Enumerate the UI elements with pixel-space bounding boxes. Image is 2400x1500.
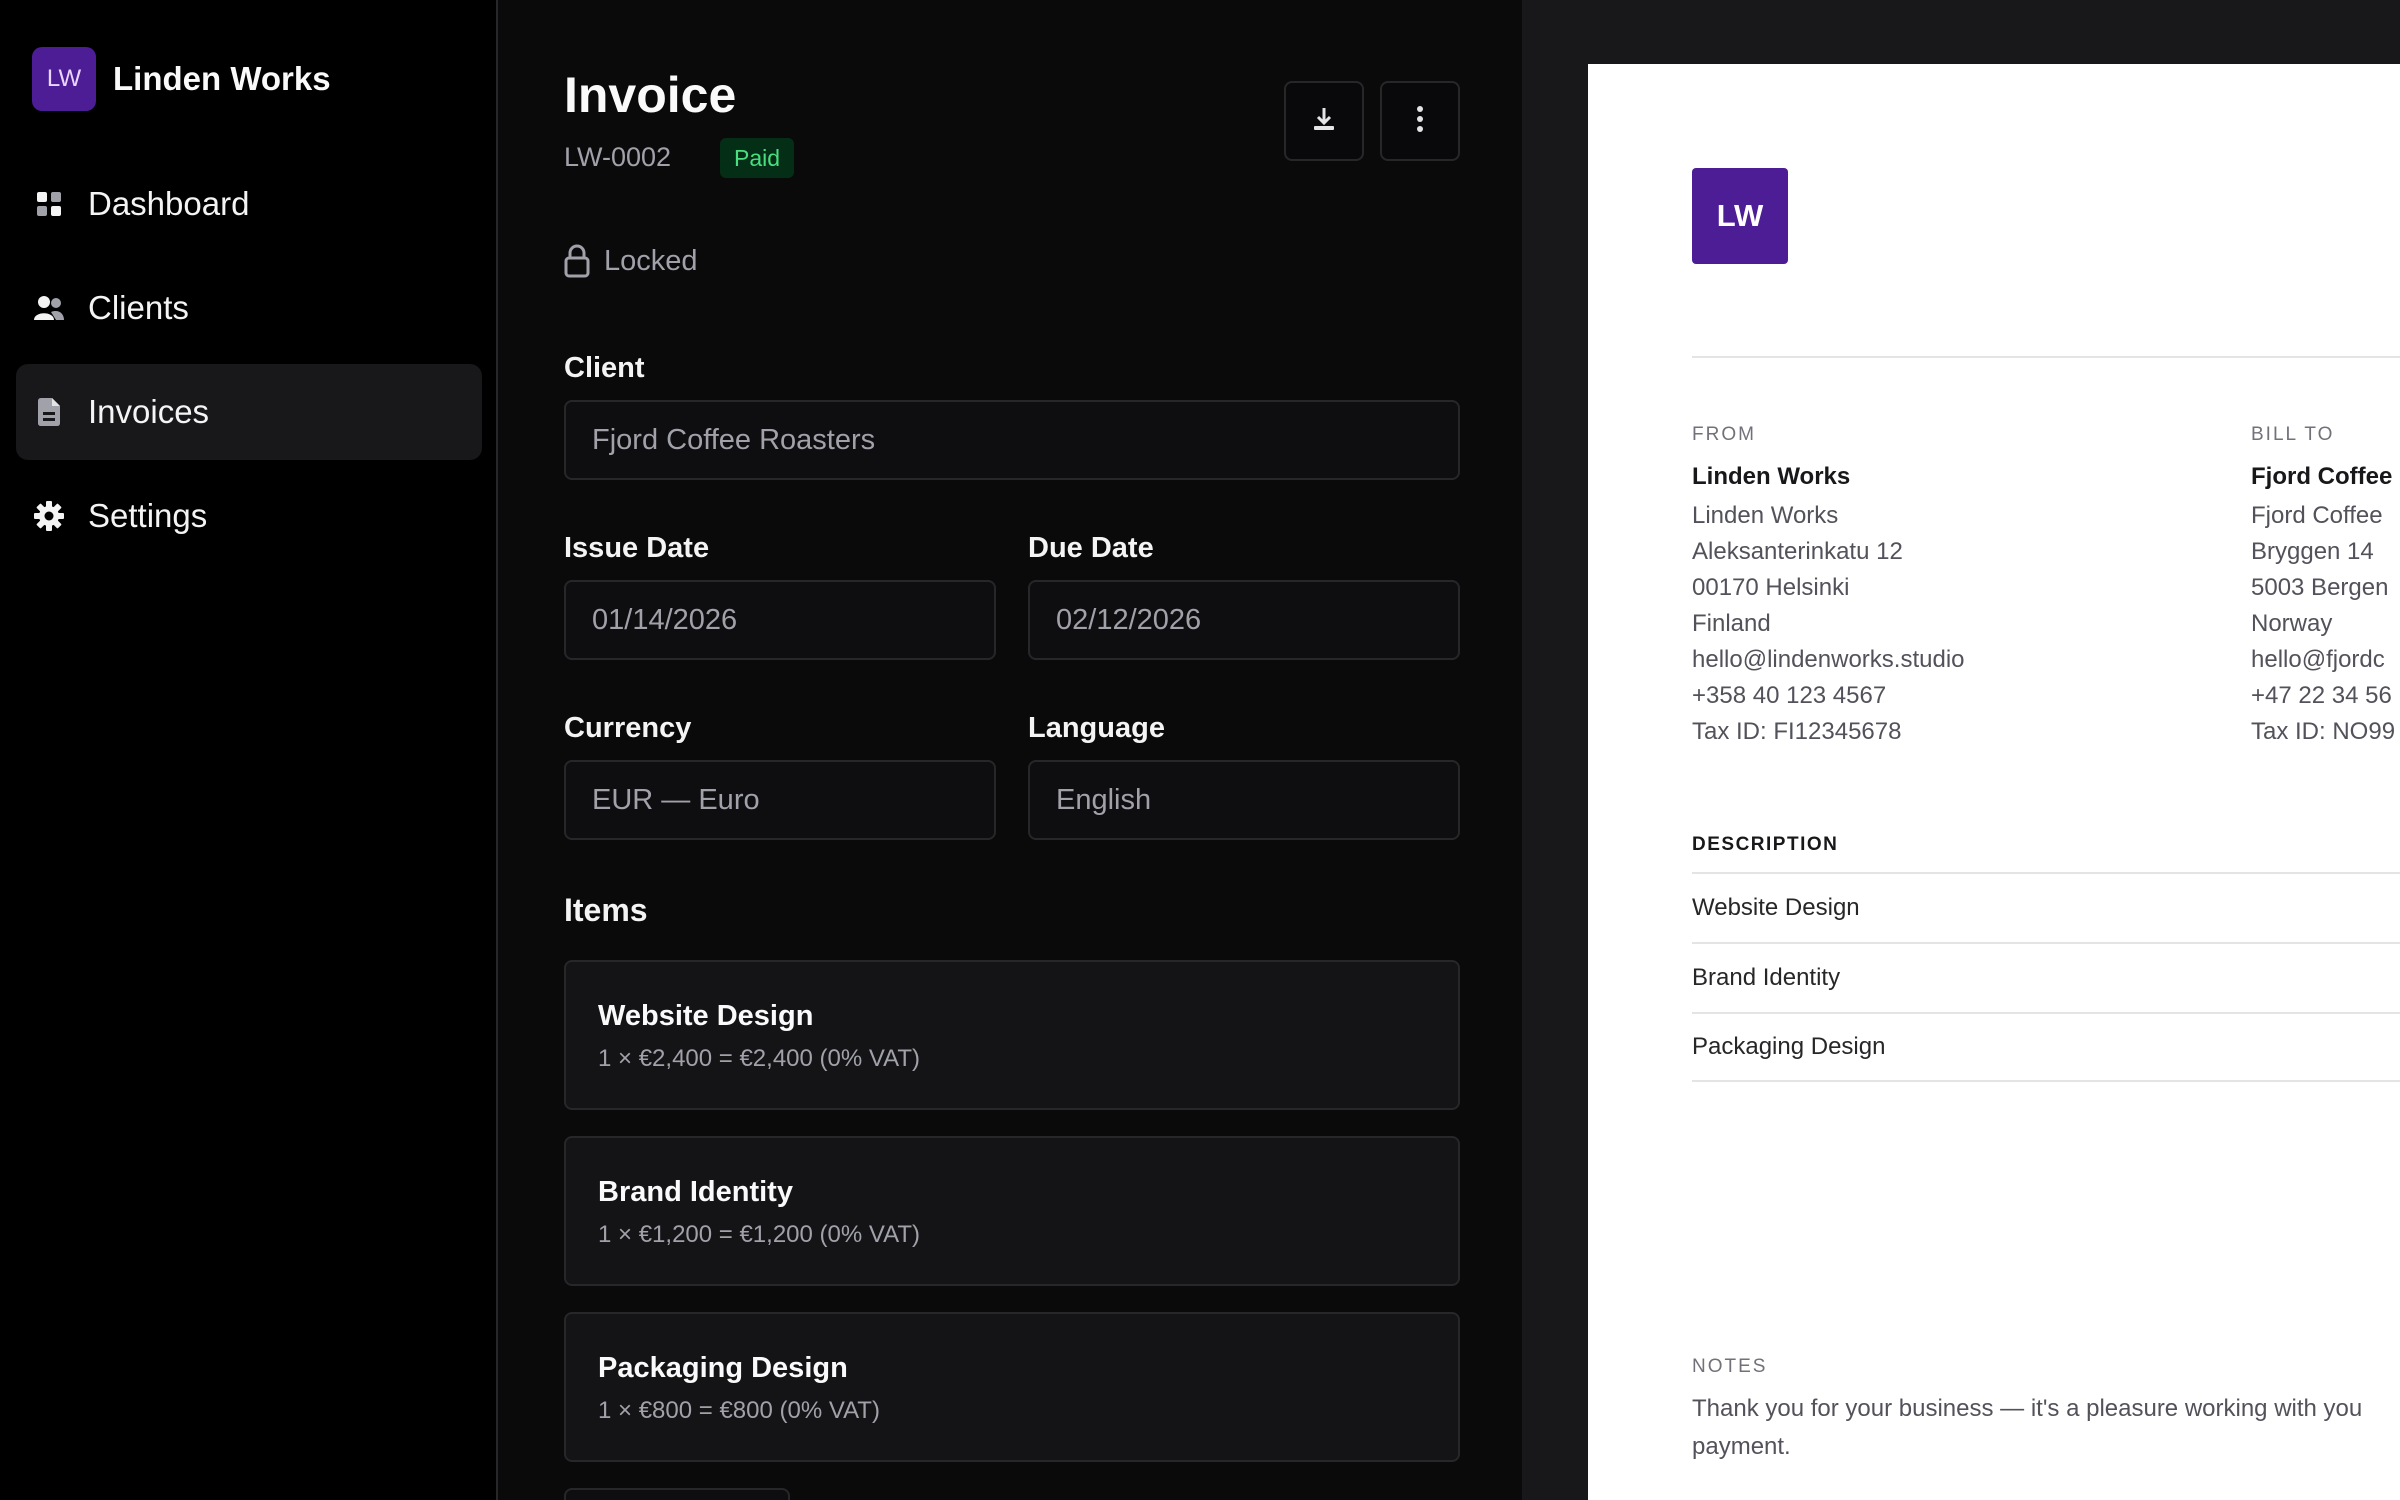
currency-select[interactable]: EUR — Euro <box>564 760 996 840</box>
bill-to-block: Fjord Coffee Fjord Coffee Bryggen 14 500… <box>2251 458 2395 750</box>
language-select[interactable]: English <box>1028 760 1460 840</box>
from-block: Linden Works Linden Works Aleksanterinka… <box>1692 458 1965 750</box>
more-vertical-icon <box>1416 105 1424 138</box>
more-button[interactable] <box>1380 81 1460 161</box>
bill-to-line: +47 22 34 56 <box>2251 682 2392 709</box>
due-date-field[interactable]: 02/12/2026 <box>1028 580 1460 660</box>
bill-to-line: hello@fjordc <box>2251 646 2385 673</box>
sidebar-item-label: Dashboard <box>88 185 250 222</box>
from-line: Linden Works <box>1692 502 1839 529</box>
locked-indicator: Locked <box>564 244 698 278</box>
document-icon <box>34 397 64 427</box>
item-card[interactable]: Brand Identity 1 × €1,200 = €1,200 (0% V… <box>564 1136 1460 1286</box>
status-badge: Paid <box>720 138 795 178</box>
bill-to-line: Bryggen 14 <box>2251 538 2374 565</box>
from-line: 00170 Helsinki <box>1692 574 1850 601</box>
download-icon <box>1311 106 1337 137</box>
item-calculation: 1 × €800 = €800 (0% VAT) <box>598 1397 880 1424</box>
sidebar: LW Linden Works Dashboard Clients Invoic… <box>0 0 498 1500</box>
client-field[interactable]: Fjord Coffee Roasters <box>564 400 1460 480</box>
locked-label: Locked <box>604 244 698 277</box>
sidebar-item-label: Clients <box>88 289 189 326</box>
language-label: Language <box>1028 712 1165 744</box>
sidebar-nav: Dashboard Clients Invoices Settings <box>16 156 482 572</box>
lock-icon <box>564 244 590 278</box>
sidebar-item-label: Settings <box>88 497 208 534</box>
bill-to-line: Fjord Coffee <box>2251 502 2383 529</box>
bill-to-line: Tax ID: NO99 <box>2251 718 2396 745</box>
notes-line: payment. <box>1692 1433 1791 1460</box>
item-calculation: 1 × €2,400 = €2,400 (0% VAT) <box>598 1045 920 1072</box>
brand-name: Linden Works <box>113 60 331 97</box>
from-line: Finland <box>1692 610 1771 637</box>
dashboard-icon <box>34 189 64 219</box>
from-name: Linden Works <box>1692 463 1851 490</box>
users-icon <box>34 293 64 323</box>
bill-to-name: Fjord Coffee <box>2251 463 2393 490</box>
issue-date-field[interactable]: 01/14/2026 <box>564 580 996 660</box>
item-name: Website Design <box>598 1000 814 1032</box>
from-line: Aleksanterinkatu 12 <box>1692 538 1903 565</box>
gear-icon <box>34 501 64 531</box>
invoice-number: LW-0002 <box>564 142 672 172</box>
preview-line-item: Packaging Design <box>1692 1012 2400 1082</box>
bill-to-caption: BILL TO <box>2251 424 2335 445</box>
sidebar-item-clients[interactable]: Clients <box>16 260 482 356</box>
items-section-title: Items <box>564 892 648 928</box>
from-line: hello@lindenworks.studio <box>1692 646 1965 673</box>
sidebar-item-label: Invoices <box>88 393 210 430</box>
client-label: Client <box>564 352 645 384</box>
page-title: Invoice <box>564 67 737 123</box>
item-name: Brand Identity <box>598 1176 793 1208</box>
notes-line: Thank you for your business — it's a ple… <box>1692 1395 2363 1422</box>
preview-line-item: Brand Identity <box>1692 942 2400 1012</box>
add-item-button[interactable] <box>564 1488 790 1500</box>
issue-date-label: Issue Date <box>564 532 710 564</box>
from-line: Tax ID: FI12345678 <box>1692 718 1902 745</box>
notes-caption: NOTES <box>1692 1356 1768 1377</box>
due-date-label: Due Date <box>1028 532 1154 564</box>
brand-logo: LW <box>32 47 96 111</box>
bill-to-line: 5003 Bergen <box>2251 574 2389 601</box>
item-name: Packaging Design <box>598 1352 848 1384</box>
invoice-preview: LW FROM Linden Works Linden Works Aleksa… <box>1588 64 2400 1500</box>
bill-to-line: Norway <box>2251 610 2333 637</box>
notes-text: Thank you for your business — it's a ple… <box>1692 1390 2362 1466</box>
item-calculation: 1 × €1,200 = €1,200 (0% VAT) <box>598 1221 920 1248</box>
sidebar-item-dashboard[interactable]: Dashboard <box>16 156 482 252</box>
brand[interactable]: LW Linden Works <box>32 47 331 111</box>
sidebar-item-settings[interactable]: Settings <box>16 468 482 564</box>
preview-line-item: Website Design <box>1692 872 2400 942</box>
from-line: +358 40 123 4567 <box>1692 682 1887 709</box>
preview-divider <box>1692 356 2400 358</box>
invoice-form-panel: Invoice LW-0002 Paid Locked Client Fjord… <box>500 0 1522 1500</box>
item-card[interactable]: Packaging Design 1 × €800 = €800 (0% VAT… <box>564 1312 1460 1462</box>
description-header: DESCRIPTION <box>1692 834 1839 855</box>
currency-label: Currency <box>564 712 692 744</box>
from-caption: FROM <box>1692 424 1756 445</box>
sidebar-item-invoices[interactable]: Invoices <box>16 364 482 460</box>
download-button[interactable] <box>1284 81 1364 161</box>
item-card[interactable]: Website Design 1 × €2,400 = €2,400 (0% V… <box>564 960 1460 1110</box>
preview-logo: LW <box>1692 168 1788 264</box>
